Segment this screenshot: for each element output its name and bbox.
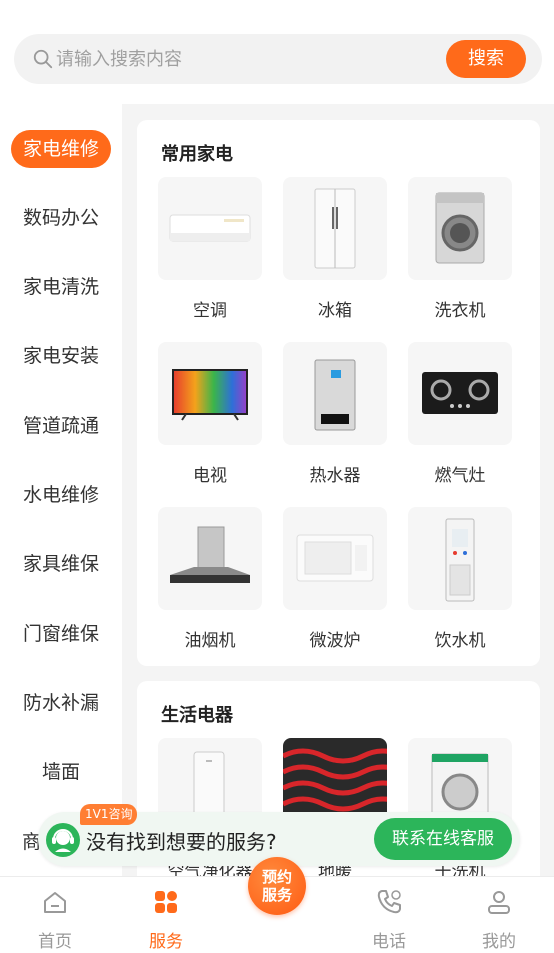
item-label: 油烟机 <box>184 631 236 651</box>
top-bar: 搜索 <box>0 0 554 104</box>
user-icon <box>488 891 510 914</box>
item-label: 洗衣机 <box>434 301 486 321</box>
service-item-microwave[interactable]: 微波炉 <box>283 507 387 651</box>
book-service-line1: 预约 <box>261 868 292 886</box>
search-icon <box>33 49 53 69</box>
range-hood-icon <box>158 507 262 610</box>
tab-mine[interactable]: 我的 <box>444 877 554 953</box>
grid-icon <box>155 891 177 913</box>
sidebar-item-label: 家电清洗 <box>22 276 99 298</box>
consult-badge: 1V1咨询 <box>80 804 138 825</box>
section-title: 常用家电 <box>161 144 233 165</box>
tab-label: 首页 <box>38 932 72 952</box>
consult-text: 没有找到想要的服务? <box>86 830 277 854</box>
search-button[interactable]: 搜索 <box>446 40 526 78</box>
sidebar-item-waterproofing[interactable]: 防水补漏 <box>0 683 122 723</box>
sidebar-item-digital-office[interactable]: 数码办公 <box>0 198 122 238</box>
sidebar-item-doors-windows[interactable]: 门窗维保 <box>0 614 122 654</box>
service-item-washing-machine[interactable]: 洗衣机 <box>408 177 512 321</box>
sidebar-item-label: 墙面 <box>41 761 80 783</box>
sidebar-item-furniture[interactable]: 家具维保 <box>0 544 122 584</box>
category-sidebar: 家电维修 数码办公 家电清洗 家电安装 管道疏通 水电维修 家具维保 门窗维保 … <box>0 104 122 876</box>
service-item-refrigerator[interactable]: 冰箱 <box>283 177 387 321</box>
section-title: 生活电器 <box>161 705 233 726</box>
item-label: 燃气灶 <box>434 466 486 486</box>
service-item-water-dispenser[interactable]: 饮水机 <box>408 507 512 651</box>
water-dispenser-icon <box>408 507 512 610</box>
item-label: 微波炉 <box>309 631 361 651</box>
air-conditioner-icon <box>158 177 262 280</box>
sidebar-item-label: 家电安装 <box>22 345 99 367</box>
service-content: 常用家电 空调 冰箱 洗衣机 电视 热水器 燃气灶 油烟机 微波炉 饮水机 生活… <box>122 104 554 876</box>
sidebar-item-appliance-cleaning[interactable]: 家电清洗 <box>0 267 122 307</box>
search-bar: 搜索 <box>14 34 542 84</box>
contact-online-service-button[interactable]: 联系在线客服 <box>374 818 512 860</box>
tab-label: 我的 <box>482 932 516 952</box>
service-item-gas-stove[interactable]: 燃气灶 <box>408 342 512 486</box>
tab-service[interactable]: 服务 <box>111 877 221 953</box>
service-item-range-hood[interactable]: 油烟机 <box>158 507 262 651</box>
item-label: 冰箱 <box>318 301 352 321</box>
sidebar-item-label: 门窗维保 <box>22 623 99 645</box>
sidebar-item-pipe-unclog[interactable]: 管道疏通 <box>0 406 122 446</box>
tab-phone[interactable]: 电话 <box>334 877 444 953</box>
microwave-icon <box>283 507 387 610</box>
tab-home[interactable]: 首页 <box>0 877 110 953</box>
home-icon <box>44 892 66 913</box>
sidebar-item-label: 防水补漏 <box>22 692 99 714</box>
sidebar-item-label: 水电维修 <box>22 484 99 506</box>
sidebar-item-label: 家具维保 <box>22 553 99 575</box>
tab-label: 电话 <box>372 932 406 952</box>
tab-label: 服务 <box>149 932 183 952</box>
item-label: 空调 <box>193 301 227 321</box>
section-common-appliances: 常用家电 空调 冰箱 洗衣机 电视 热水器 燃气灶 油烟机 微波炉 饮水机 <box>137 120 540 666</box>
service-item-air-conditioner[interactable]: 空调 <box>158 177 262 321</box>
sidebar-item-appliance-repair[interactable]: 家电维修 <box>0 129 122 169</box>
sidebar-item-label: 家电维修 <box>10 130 111 168</box>
search-input[interactable] <box>56 44 436 74</box>
item-label: 电视 <box>193 466 227 486</box>
sidebar-item-walls[interactable]: 墙面 <box>0 752 122 792</box>
service-item-tv[interactable]: 电视 <box>158 342 262 486</box>
refrigerator-icon <box>283 177 387 280</box>
item-label: 饮水机 <box>434 631 486 651</box>
sidebar-item-label: 管道疏通 <box>22 415 99 437</box>
service-item-water-heater[interactable]: 热水器 <box>283 342 387 486</box>
water-heater-icon <box>283 342 387 445</box>
sidebar-item-label: 数码办公 <box>22 207 99 229</box>
sidebar-item-appliance-install[interactable]: 家电安装 <box>0 336 122 376</box>
washing-machine-icon <box>408 177 512 280</box>
book-service-button[interactable]: 预约 服务 <box>248 857 306 915</box>
tv-icon <box>158 342 262 445</box>
phone-icon <box>377 890 401 914</box>
book-service-line2: 服务 <box>261 886 292 904</box>
customer-service-icon <box>46 823 80 857</box>
service-page: 搜索 家电维修 数码办公 家电清洗 家电安装 管道疏通 水电维修 家具维保 门窗… <box>0 0 554 953</box>
sidebar-item-plumbing-electric[interactable]: 水电维修 <box>0 475 122 515</box>
gas-stove-icon <box>408 342 512 445</box>
item-label: 热水器 <box>309 466 361 486</box>
